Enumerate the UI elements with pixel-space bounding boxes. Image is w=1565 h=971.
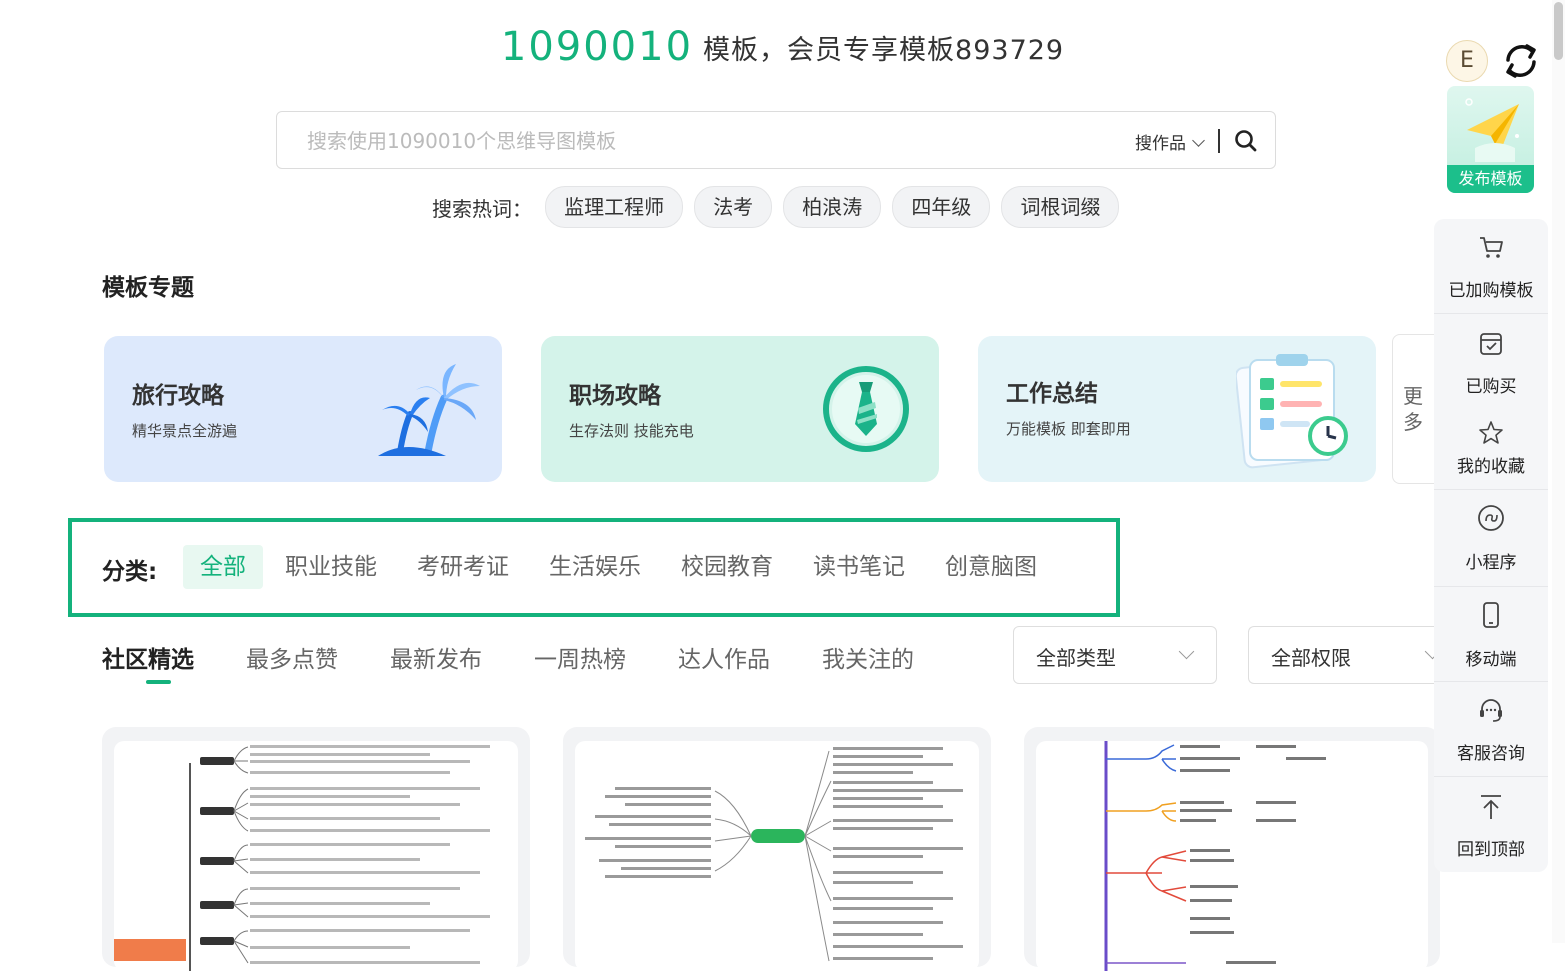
- category-item[interactable]: 读书笔记: [796, 545, 922, 589]
- palm-tree-icon: [378, 364, 480, 456]
- template-card[interactable]: [563, 727, 991, 971]
- search-divider: [1218, 129, 1220, 153]
- template-card[interactable]: [102, 727, 530, 971]
- paper-plane-icon: [1465, 98, 1519, 162]
- search-scope-dropdown[interactable]: 搜作品: [1135, 129, 1205, 154]
- page-headline: 1090010 模板，会员专享模板893729: [0, 24, 1565, 70]
- tab-most-liked[interactable]: 最多点赞: [246, 640, 338, 674]
- chevron-down-icon: [1178, 643, 1195, 660]
- active-tab-indicator: [146, 680, 171, 684]
- hot-search-words: 搜索热词： 监理工程师 法考 柏浪涛 四年级 词根词缀: [432, 186, 1125, 228]
- topic-card-travel[interactable]: 旅行攻略 精华景点全游遍: [104, 336, 502, 482]
- tab-weekly-hot[interactable]: 一周热榜: [534, 640, 626, 674]
- category-item[interactable]: 生活娱乐: [532, 545, 658, 589]
- hot-tag[interactable]: 词根词缀: [1001, 186, 1120, 228]
- category-item[interactable]: 职业技能: [268, 545, 394, 589]
- category-item[interactable]: 创意脑图: [928, 545, 1054, 589]
- template-count: 1090010: [500, 24, 694, 70]
- search-scope-label: 搜作品: [1135, 134, 1186, 154]
- headset-icon: [1480, 699, 1502, 722]
- back-to-top-icon: [1481, 795, 1501, 819]
- rail-item-support[interactable]: 客服咨询: [1434, 682, 1548, 776]
- rail-label: 小程序: [1465, 553, 1517, 573]
- permission-filter-value: 全部权限: [1271, 646, 1351, 670]
- topic-card-summary[interactable]: 工作总结 万能模板 即套即用: [978, 336, 1376, 482]
- category-item[interactable]: 考研考证: [400, 545, 526, 589]
- publish-template-label: 发布模板: [1447, 165, 1534, 193]
- hot-tag[interactable]: 四年级: [892, 186, 991, 228]
- topic-card-subtitle: 生存法则 技能充电: [569, 422, 694, 440]
- topics-more-label: 更多: [1403, 384, 1423, 434]
- refresh-icon[interactable]: [1500, 40, 1542, 82]
- rail-label: 已加购模板: [1448, 281, 1534, 301]
- purchased-icon: [1480, 333, 1502, 355]
- rail-item-mobile[interactable]: 移动端: [1434, 587, 1548, 681]
- star-icon: [1479, 421, 1503, 444]
- tab-newest[interactable]: 最新发布: [390, 640, 482, 674]
- cart-icon: [1480, 237, 1503, 258]
- tab-following[interactable]: 我关注的: [822, 640, 914, 674]
- tab-community-picks[interactable]: 社区精选: [102, 640, 194, 674]
- topic-card-subtitle: 精华景点全游遍: [132, 422, 238, 440]
- mobile-icon: [1483, 602, 1499, 628]
- rail-item-back-to-top[interactable]: 回到顶部: [1434, 777, 1548, 871]
- topics-title: 模板专题: [102, 275, 194, 301]
- mindmap-preview-image: [1104, 741, 1326, 971]
- rail-item-mini-program[interactable]: 小程序: [1434, 490, 1548, 586]
- permission-filter-select[interactable]: 全部权限: [1248, 626, 1448, 684]
- avatar[interactable]: E: [1446, 40, 1488, 82]
- hot-tag[interactable]: 柏浪涛: [783, 186, 882, 228]
- search-icon[interactable]: [1233, 128, 1259, 154]
- rail-label: 回到顶部: [1457, 840, 1525, 860]
- mini-program-icon: [1478, 505, 1504, 531]
- headline-text: 模板，会员专享模板893729: [703, 34, 1065, 66]
- hot-search-label: 搜索热词：: [432, 196, 532, 221]
- rail-label: 移动端: [1465, 650, 1517, 670]
- rail-label: 我的收藏: [1457, 457, 1525, 477]
- type-filter-select[interactable]: 全部类型: [1013, 626, 1217, 684]
- publish-template-button[interactable]: 发布模板: [1447, 86, 1534, 193]
- chevron-down-icon: [1192, 134, 1205, 147]
- side-rail: 已加购模板 已购买 我的收藏 小程序 移动端 客服咨询 回到顶部: [1434, 219, 1548, 872]
- topic-card-subtitle: 万能模板 即套即用: [1006, 420, 1131, 438]
- topics-more-button[interactable]: 更多: [1392, 334, 1438, 484]
- topic-card-title: 职场攻略: [569, 383, 661, 409]
- template-card[interactable]: [1024, 727, 1440, 971]
- type-filter-value: 全部类型: [1036, 646, 1116, 670]
- rail-item-favorites[interactable]: 我的收藏: [1434, 409, 1548, 489]
- category-label: 分类:: [102, 559, 158, 585]
- topic-card-title: 旅行攻略: [132, 383, 224, 409]
- rail-item-cart[interactable]: 已加购模板: [1434, 219, 1548, 313]
- rail-label: 客服咨询: [1457, 744, 1525, 764]
- scrollbar-thumb[interactable]: [1554, 2, 1563, 60]
- tab-expert-works[interactable]: 达人作品: [678, 640, 770, 674]
- mindmap-thumbnail: [1036, 741, 1428, 971]
- category-item[interactable]: 校园教育: [664, 545, 790, 589]
- hot-tag[interactable]: 法考: [694, 186, 773, 228]
- mindmap-preview-image: [585, 747, 963, 962]
- topic-card-career[interactable]: 职场攻略 生存法则 技能充电: [541, 336, 939, 482]
- mindmap-thumbnail: [114, 741, 518, 971]
- category-item-all[interactable]: 全部: [183, 545, 263, 589]
- page-scrollbar[interactable]: [1552, 0, 1565, 943]
- rail-label: 已购买: [1465, 377, 1517, 397]
- necktie-icon: [823, 366, 909, 452]
- hot-tag[interactable]: 监理工程师: [545, 186, 684, 228]
- search-bar: 搜作品: [276, 111, 1276, 169]
- search-input[interactable]: [305, 124, 1089, 158]
- mindmap-thumbnail: [575, 741, 979, 971]
- topic-card-title: 工作总结: [1006, 381, 1098, 407]
- rail-item-purchased[interactable]: 已购买: [1434, 314, 1548, 408]
- mindmap-preview-image: [114, 745, 490, 971]
- clipboard-checklist-icon: [1236, 354, 1348, 469]
